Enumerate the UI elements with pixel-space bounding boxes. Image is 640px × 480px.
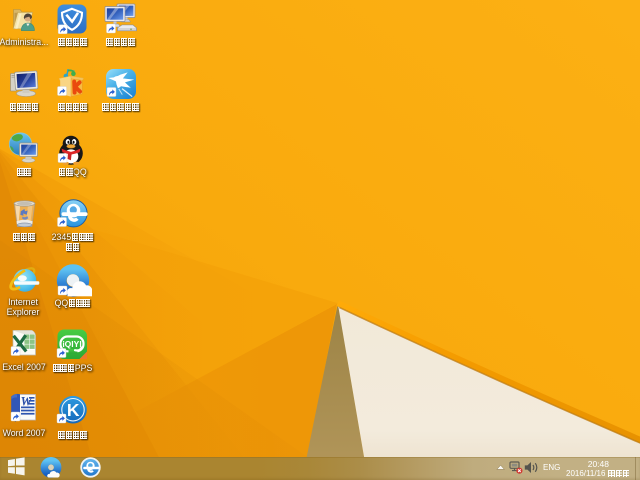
- svg-text:K: K: [67, 400, 80, 420]
- svg-text:iQIYI: iQIYI: [62, 339, 81, 349]
